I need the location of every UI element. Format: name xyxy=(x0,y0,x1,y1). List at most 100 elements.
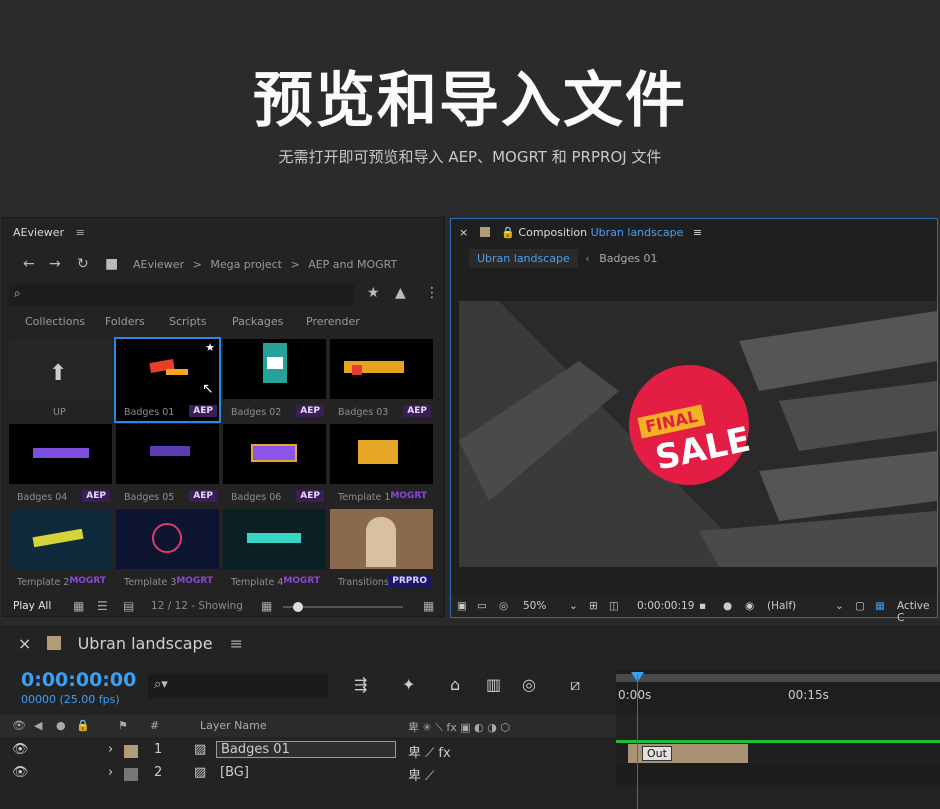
star-icon[interactable]: ★ xyxy=(367,285,380,301)
zoom-level[interactable]: 50% xyxy=(523,600,546,612)
small-grid-icon[interactable]: ▦ xyxy=(261,599,272,613)
visibility-icon[interactable]: 👁 xyxy=(12,742,29,757)
thumb-up[interactable]: ⬆ UP xyxy=(7,339,112,422)
work-area-bar[interactable] xyxy=(616,674,940,682)
back-arrow-icon[interactable]: ← xyxy=(23,256,35,272)
label-icon[interactable]: ⚑ xyxy=(118,719,128,732)
visibility-icon[interactable]: 👁 xyxy=(12,719,26,732)
aeviewer-panel: AEviewer ≡ ← → ↻ ■ AEviewer > Mega proje… xyxy=(2,217,445,617)
thumb-template-4[interactable]: Template 4 MOGRT xyxy=(221,509,326,592)
time-ruler[interactable]: 0:00s 00:15s xyxy=(616,670,940,715)
chevron-left-icon[interactable]: ‹ xyxy=(585,252,589,265)
thumb-badges-06[interactable]: Badges 06 AEP xyxy=(221,424,326,507)
breadcrumb-item[interactable]: AEviewer xyxy=(133,258,184,271)
monitor-icon[interactable]: ▭ xyxy=(477,600,487,612)
thumb-badges-03[interactable]: Badges 03 AEP xyxy=(328,339,433,422)
layer-search-input[interactable]: ⌕▾ xyxy=(148,674,328,698)
region-icon[interactable]: ◫ xyxy=(609,600,619,612)
tab-folders[interactable]: Folders xyxy=(105,315,145,328)
expand-chevron-icon[interactable]: › xyxy=(108,742,113,757)
thumb-template-2[interactable]: Template 2 MOGRT xyxy=(7,509,112,592)
thumb-label: UP xyxy=(53,407,66,418)
layer-name[interactable]: Badges 01 xyxy=(216,741,396,758)
transparency-grid-icon[interactable]: ▦ xyxy=(875,600,885,612)
current-timecode[interactable]: 0:00:00:19 xyxy=(637,600,694,612)
graph-editor-icon[interactable]: ⧄ xyxy=(570,675,580,695)
panel-menu-icon[interactable]: ≡ xyxy=(230,634,243,653)
visibility-icon[interactable]: 👁 xyxy=(12,765,29,780)
mask-icon[interactable]: ◎ xyxy=(499,600,508,612)
refresh-icon[interactable]: ↻ xyxy=(77,256,89,272)
thumb-badges-04[interactable]: Badges 04 AEP xyxy=(7,424,112,507)
tab-badges-01[interactable]: Badges 01 xyxy=(599,252,657,265)
hamburger-menu-icon[interactable]: ≡ xyxy=(76,226,85,239)
layer-color-swatch[interactable] xyxy=(124,768,138,781)
resolution-select[interactable]: (Half) xyxy=(767,600,796,612)
layer-track-2[interactable] xyxy=(616,763,940,785)
layer-name[interactable]: [BG] xyxy=(220,765,249,780)
color-management-icon[interactable]: ◉ xyxy=(745,600,754,612)
composition-viewer[interactable]: FINAL SALE xyxy=(459,301,937,567)
color-label-swatch[interactable] xyxy=(46,636,61,650)
large-grid-icon[interactable]: ▦ xyxy=(423,599,434,613)
composition-flowchart-icon[interactable]: ⇶ xyxy=(354,675,367,694)
layer-row-bg[interactable]: 👁 › 2 ▨ [BG] 卑 ⟋ xyxy=(0,763,616,785)
tab-packages[interactable]: Packages xyxy=(232,315,283,328)
draft-3d-icon[interactable]: ✦ xyxy=(402,675,415,694)
thumb-badges-05[interactable]: Badges 05 AEP xyxy=(114,424,219,507)
tab-collections[interactable]: Collections xyxy=(25,315,85,328)
expand-chevron-icon[interactable]: › xyxy=(108,765,113,780)
motion-blur-icon[interactable]: ◎ xyxy=(522,675,536,694)
current-time[interactable]: 0:00:00:00 xyxy=(21,669,136,691)
grid-icon[interactable]: ⊞ xyxy=(589,600,598,612)
tab-ubran-landscape[interactable]: Ubran landscape xyxy=(469,249,578,268)
slider-handle[interactable] xyxy=(293,602,303,612)
thumb-template-1[interactable]: Template 1 MOGRT xyxy=(328,424,433,507)
folder-icon[interactable]: ■ xyxy=(105,256,118,272)
more-options-icon[interactable]: ⋮ xyxy=(425,285,439,301)
layer-switches[interactable]: 卑 ⟋ fx xyxy=(408,742,451,761)
layer-color-swatch[interactable] xyxy=(124,745,138,758)
audio-icon[interactable]: ◀ xyxy=(34,719,42,732)
lock-icon[interactable]: 🔒 xyxy=(501,226,515,239)
layer-row-badges-01[interactable]: 👁 › 1 ▨ Badges 01 卑 ⟋ fx xyxy=(0,740,616,762)
layer-switches[interactable]: 卑 ⟋ xyxy=(408,765,434,784)
breadcrumb-item[interactable]: Mega project xyxy=(210,258,282,271)
camera-icon[interactable]: ▪ xyxy=(699,600,706,612)
tab-scripts[interactable]: Scripts xyxy=(169,315,207,328)
solo-icon[interactable]: ● xyxy=(56,719,66,732)
tab-prerender[interactable]: Prerender xyxy=(306,315,360,328)
close-icon[interactable]: × xyxy=(18,634,31,653)
chevron-down-icon[interactable]: ⌄ xyxy=(569,600,578,612)
active-camera-select[interactable]: Active C xyxy=(897,600,937,624)
snapshot-icon[interactable]: ▣ xyxy=(457,600,467,612)
color-label-swatch[interactable] xyxy=(479,227,490,237)
play-all-button[interactable]: Play All xyxy=(13,600,51,612)
favorite-star-icon[interactable]: ★ xyxy=(205,341,215,354)
thumb-badges-01[interactable]: ★ ↖ Badges 01 AEP xyxy=(114,337,221,423)
thumb-transitions[interactable]: Transitions te PRPRO xyxy=(328,509,433,592)
shy-layers-icon[interactable]: ⌂ xyxy=(450,675,460,694)
lock-icon[interactable]: 🔒 xyxy=(76,719,90,732)
breadcrumb-item[interactable]: AEP and MOGRT xyxy=(308,258,397,271)
search-input[interactable]: ⌕ xyxy=(9,284,354,306)
region-of-interest-icon[interactable]: ▢ xyxy=(855,600,865,612)
chevron-down-icon[interactable]: ⌄ xyxy=(835,600,844,612)
panel-menu-icon[interactable]: ≡ xyxy=(693,226,702,239)
channel-icon[interactable]: ● xyxy=(723,600,732,612)
bell-icon[interactable]: ▲ xyxy=(395,285,406,301)
frame-blending-icon[interactable]: ▥ xyxy=(486,675,501,694)
layer-track-1[interactable]: Out xyxy=(616,740,940,764)
thumb-template-3[interactable]: Template 3 MOGRT xyxy=(114,509,219,592)
close-icon[interactable]: × xyxy=(459,226,468,239)
type-badge: MOGRT xyxy=(176,576,213,586)
playhead-line[interactable] xyxy=(637,675,638,809)
forward-arrow-icon[interactable]: → xyxy=(49,256,61,272)
thumbnail-size-slider[interactable] xyxy=(283,602,403,612)
cursor-icon: ↖ xyxy=(202,381,214,397)
list-view-icon[interactable]: ☰ xyxy=(97,599,108,613)
thumb-badges-02[interactable]: Badges 02 AEP xyxy=(221,339,326,422)
details-view-icon[interactable]: ▤ xyxy=(123,599,134,613)
column-layer-name[interactable]: Layer Name xyxy=(200,719,267,732)
grid-view-icon[interactable]: ▦ xyxy=(73,599,84,613)
